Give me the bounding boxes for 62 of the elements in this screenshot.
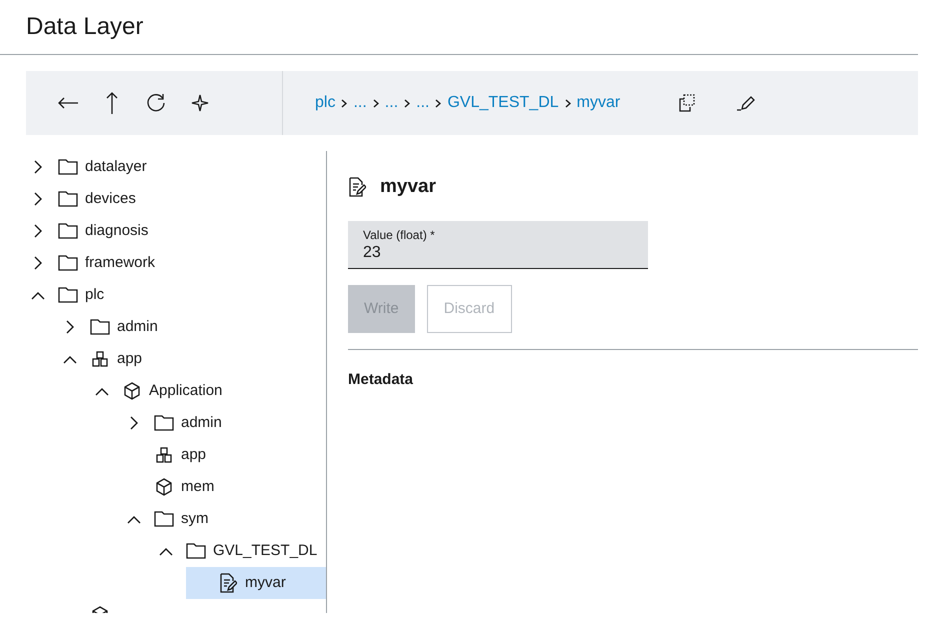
folder-icon (58, 191, 78, 207)
tree-item[interactable]: sym (122, 503, 326, 535)
breadcrumb-link[interactable]: GVL_TEST_DL (447, 91, 559, 115)
document-pencil-icon (348, 177, 366, 197)
value-field[interactable]: Value (float) * 23 (348, 221, 648, 269)
back-arrow-icon[interactable] (57, 96, 79, 110)
detail-title: myvar (380, 174, 436, 199)
tree-item[interactable]: admin (58, 311, 326, 343)
expand-chevron-icon[interactable] (34, 224, 42, 238)
collapse-chevron-icon[interactable] (63, 354, 77, 364)
folder-icon (186, 543, 206, 559)
expand-chevron-icon[interactable] (34, 256, 42, 270)
tree-item[interactable]: Application (90, 375, 326, 407)
tree-item[interactable]: app (58, 343, 326, 375)
tree-item[interactable]: devices (26, 183, 326, 215)
expand-chevron-icon[interactable] (66, 320, 74, 334)
folder-icon (154, 511, 174, 527)
collapse-chevron-icon[interactable] (31, 290, 45, 300)
page-title: Data Layer (26, 12, 144, 42)
folder-icon (58, 287, 78, 303)
tree-item[interactable]: admin (122, 407, 326, 439)
tree-item[interactable]: app (122, 439, 326, 471)
tree-item[interactable]: GVL_TEST_DL (154, 535, 326, 567)
value-input[interactable]: 23 (363, 243, 633, 263)
folder-icon (58, 223, 78, 239)
folder-icon (90, 319, 110, 335)
breadcrumb-link[interactable]: ... (384, 91, 398, 115)
tree-item[interactable]: mem (122, 471, 326, 503)
folder-icon (58, 255, 78, 271)
blocks-icon (91, 351, 109, 367)
chevron-right-icon (404, 98, 410, 108)
tree-item[interactable]: myvar (186, 567, 326, 599)
tree-item[interactable]: datalayer (26, 151, 326, 183)
document-pencil-icon (219, 573, 237, 593)
cube-icon (155, 478, 173, 496)
breadcrumb-link[interactable]: ... (416, 91, 430, 115)
folder-icon (58, 159, 78, 175)
expand-chevron-icon[interactable] (130, 416, 138, 430)
cube-icon (123, 382, 141, 400)
collapse-chevron-icon[interactable] (127, 514, 141, 524)
tree-item[interactable]: plc (26, 279, 326, 311)
blocks-icon (155, 447, 173, 463)
breadcrumb-link[interactable]: plc (315, 91, 336, 115)
expand-chevron-icon[interactable] (34, 192, 42, 206)
tree-item[interactable]: diagnosis (26, 215, 326, 247)
chevron-right-icon (564, 98, 571, 108)
collapse-chevron-icon[interactable] (159, 546, 173, 556)
chevron-right-icon (341, 98, 348, 108)
expand-chevron-icon[interactable] (34, 160, 42, 174)
copy-icon[interactable] (678, 94, 696, 112)
collapse-chevron-icon[interactable] (95, 386, 109, 396)
tree-item[interactable]: framework (26, 247, 326, 279)
chevron-right-icon (372, 98, 379, 108)
sparkle-icon[interactable] (191, 94, 209, 112)
pencil-icon[interactable] (736, 95, 756, 111)
refresh-icon[interactable] (145, 92, 167, 114)
breadcrumb-link[interactable]: myvar (576, 91, 620, 115)
breadcrumb-link[interactable]: ... (353, 91, 367, 115)
section-heading: Metadata (348, 370, 414, 390)
folder-icon (154, 415, 174, 431)
up-arrow-icon[interactable] (105, 91, 119, 115)
chevron-right-icon (435, 98, 442, 108)
